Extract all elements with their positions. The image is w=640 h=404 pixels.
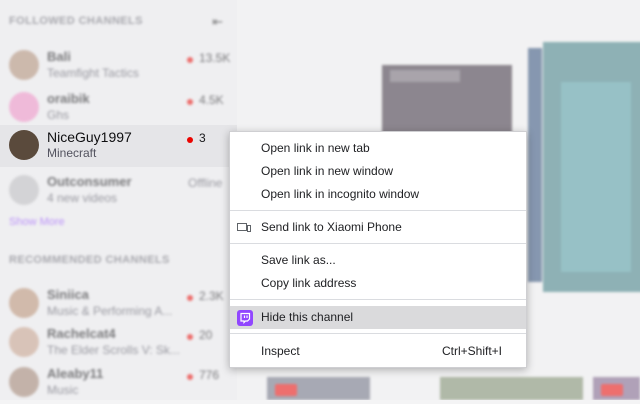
twitch-icon — [237, 310, 253, 326]
channel-game: 4 new videos — [47, 191, 118, 205]
live-badge — [601, 384, 623, 396]
collapse-arrow-icon[interactable]: ⇤ — [212, 14, 223, 30]
avatar — [9, 50, 39, 80]
channel-item-outconsumer[interactable]: Outconsumer 4 new videos Offline — [0, 170, 237, 212]
menu-item-label: Send link to Xiaomi Phone — [261, 220, 402, 234]
channel-item-oraibik[interactable]: oraibik Ghs 4.5K — [0, 87, 237, 129]
channel-name: Siniica — [47, 287, 89, 302]
channel-panel-image[interactable] — [543, 42, 640, 292]
stream-card[interactable] — [440, 377, 583, 400]
channel-item-siniica[interactable]: Siniica Music & Performing A... 2.3K — [0, 283, 237, 325]
live-dot-icon — [187, 137, 193, 143]
recommended-channels-header: RECOMMENDED CHANNELS — [9, 254, 170, 266]
menu-item-copy-link[interactable]: Copy link address — [230, 272, 526, 295]
viewer-count: 20 — [199, 328, 213, 342]
avatar — [9, 327, 39, 357]
followed-channels-header: FOLLOWED CHANNELS — [9, 15, 143, 27]
avatar — [9, 367, 39, 397]
sidebar: FOLLOWED CHANNELS ⇤ Bali Teamfight Tacti… — [0, 0, 237, 400]
menu-item-open-new-tab[interactable]: Open link in new tab — [230, 137, 526, 160]
viewer-count: 2.3K — [199, 289, 224, 303]
menu-item-shortcut: Ctrl+Shift+I — [441, 344, 502, 358]
avatar — [9, 288, 39, 318]
live-dot-icon — [187, 99, 193, 105]
live-dot-icon — [187, 295, 193, 301]
channel-name: Rachelcat4 — [47, 326, 116, 341]
menu-item-send-to-phone[interactable]: Send link to Xiaomi Phone — [230, 216, 526, 239]
channel-item-niceguy1997[interactable]: NiceGuy1997 Minecraft 3 — [0, 125, 237, 167]
channel-game: The Elder Scrolls V: Sk... — [47, 343, 180, 357]
viewer-count: 3 — [199, 131, 206, 145]
live-dot-icon — [187, 334, 193, 340]
channel-game: Music — [47, 383, 79, 397]
live-dot-icon — [187, 57, 193, 63]
live-badge — [275, 384, 297, 396]
menu-item-open-new-window[interactable]: Open link in new window — [230, 160, 526, 183]
viewer-count: 13.5K — [199, 51, 231, 65]
context-menu: Open link in new tab Open link in new wi… — [229, 131, 527, 368]
avatar — [9, 130, 39, 160]
menu-item-label: Open link in incognito window — [261, 187, 420, 201]
channel-item-aleaby11[interactable]: Aleaby11 Music 776 — [0, 362, 237, 404]
menu-separator — [230, 210, 526, 211]
show-more-link[interactable]: Show More — [9, 216, 65, 228]
menu-separator — [230, 243, 526, 244]
menu-item-label: Save link as... — [261, 253, 336, 267]
viewer-count: 776 — [199, 368, 220, 382]
menu-item-label: Copy link address — [261, 276, 357, 290]
channel-game: Music & Performing A... — [47, 304, 173, 318]
menu-item-label: Open link in new window — [261, 164, 394, 178]
channel-panel-strip — [528, 48, 542, 282]
live-dot-icon — [187, 374, 193, 380]
menu-item-open-incognito[interactable]: Open link in incognito window — [230, 183, 526, 206]
avatar — [9, 92, 39, 122]
menu-item-label: Open link in new tab — [261, 141, 370, 155]
menu-item-label: Inspect — [261, 344, 300, 358]
menu-item-inspect[interactable]: Inspect Ctrl+Shift+I — [230, 340, 526, 363]
menu-separator — [230, 299, 526, 300]
menu-item-save-link[interactable]: Save link as... — [230, 249, 526, 272]
channel-game: Teamfight Tactics — [47, 66, 139, 80]
viewer-count: 4.5K — [199, 93, 224, 107]
channel-game: Ghs — [47, 108, 70, 122]
channel-item-bali[interactable]: Bali Teamfight Tactics 13.5K — [0, 45, 237, 87]
channel-name: Bali — [47, 49, 71, 64]
channel-item-rachelcat4[interactable]: Rachelcat4 The Elder Scrolls V: Sk... 20 — [0, 322, 237, 364]
avatar — [9, 175, 39, 205]
channel-name: Outconsumer — [47, 174, 132, 189]
menu-item-label: Hide this channel — [261, 310, 354, 324]
channel-name: oraibik — [47, 91, 90, 106]
stream-card[interactable] — [593, 377, 640, 400]
channel-game: Minecraft — [47, 146, 97, 160]
stream-card[interactable] — [267, 377, 370, 400]
menu-item-hide-channel[interactable]: Hide this channel — [230, 306, 526, 329]
device-send-icon — [237, 223, 251, 232]
channel-name: Aleaby11 — [47, 366, 104, 381]
channel-name: NiceGuy1997 — [47, 129, 132, 145]
menu-separator — [230, 333, 526, 334]
offline-status: Offline — [188, 176, 223, 190]
